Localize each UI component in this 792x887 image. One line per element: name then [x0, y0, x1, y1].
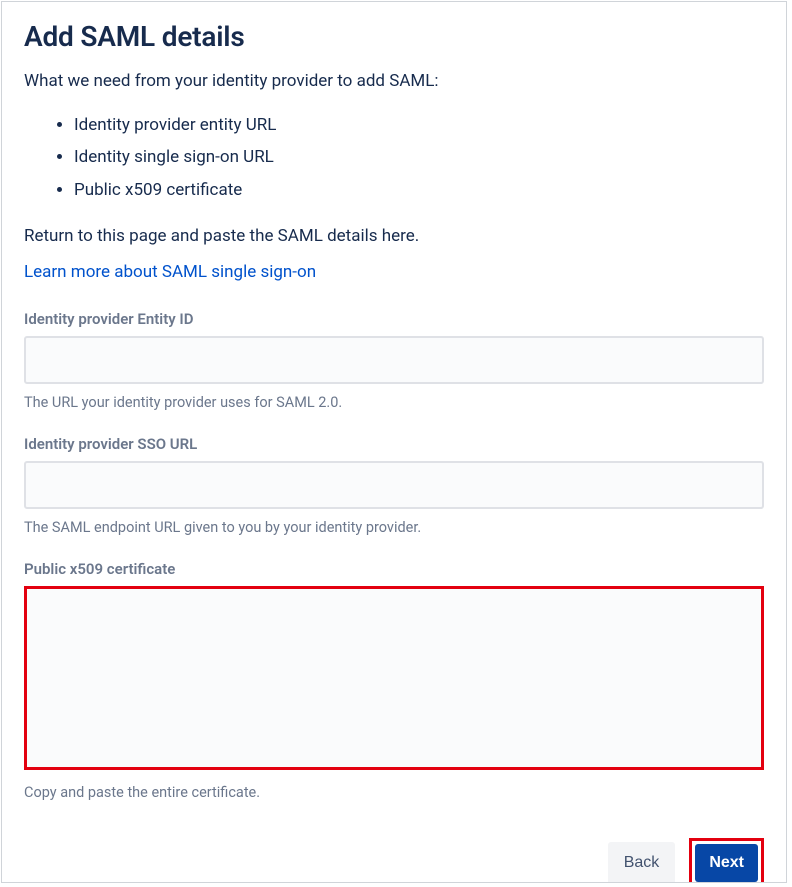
certificate-input[interactable] [24, 586, 764, 770]
saml-details-panel: Add SAML details What we need from your … [1, 1, 787, 883]
entity-id-group: Identity provider Entity ID The URL your… [24, 310, 764, 411]
certificate-label: Public x509 certificate [24, 560, 764, 578]
intro-text: What we need from your identity provider… [24, 71, 764, 91]
list-item: Public x509 certificate [74, 174, 764, 206]
certificate-group: Public x509 certificate Copy and paste t… [24, 560, 764, 801]
learn-more-link[interactable]: Learn more about SAML single sign-on [24, 262, 316, 282]
entity-id-help: The URL your identity provider uses for … [24, 394, 764, 411]
certificate-help: Copy and paste the entire certificate. [24, 784, 764, 801]
list-item: Identity provider entity URL [74, 109, 764, 141]
footer-buttons: Back Next [608, 838, 764, 882]
next-button[interactable]: Next [695, 844, 758, 882]
next-button-highlight: Next [689, 838, 764, 882]
return-instruction: Return to this page and paste the SAML d… [24, 226, 764, 246]
sso-url-help: The SAML endpoint URL given to you by yo… [24, 519, 764, 536]
list-item: Identity single sign-on URL [74, 141, 764, 173]
sso-url-label: Identity provider SSO URL [24, 435, 764, 453]
sso-url-input[interactable] [24, 461, 764, 509]
requirements-list: Identity provider entity URL Identity si… [74, 109, 764, 206]
back-button[interactable]: Back [608, 842, 676, 882]
entity-id-label: Identity provider Entity ID [24, 310, 764, 328]
page-title: Add SAML details [24, 20, 764, 53]
entity-id-input[interactable] [24, 336, 764, 384]
sso-url-group: Identity provider SSO URL The SAML endpo… [24, 435, 764, 536]
